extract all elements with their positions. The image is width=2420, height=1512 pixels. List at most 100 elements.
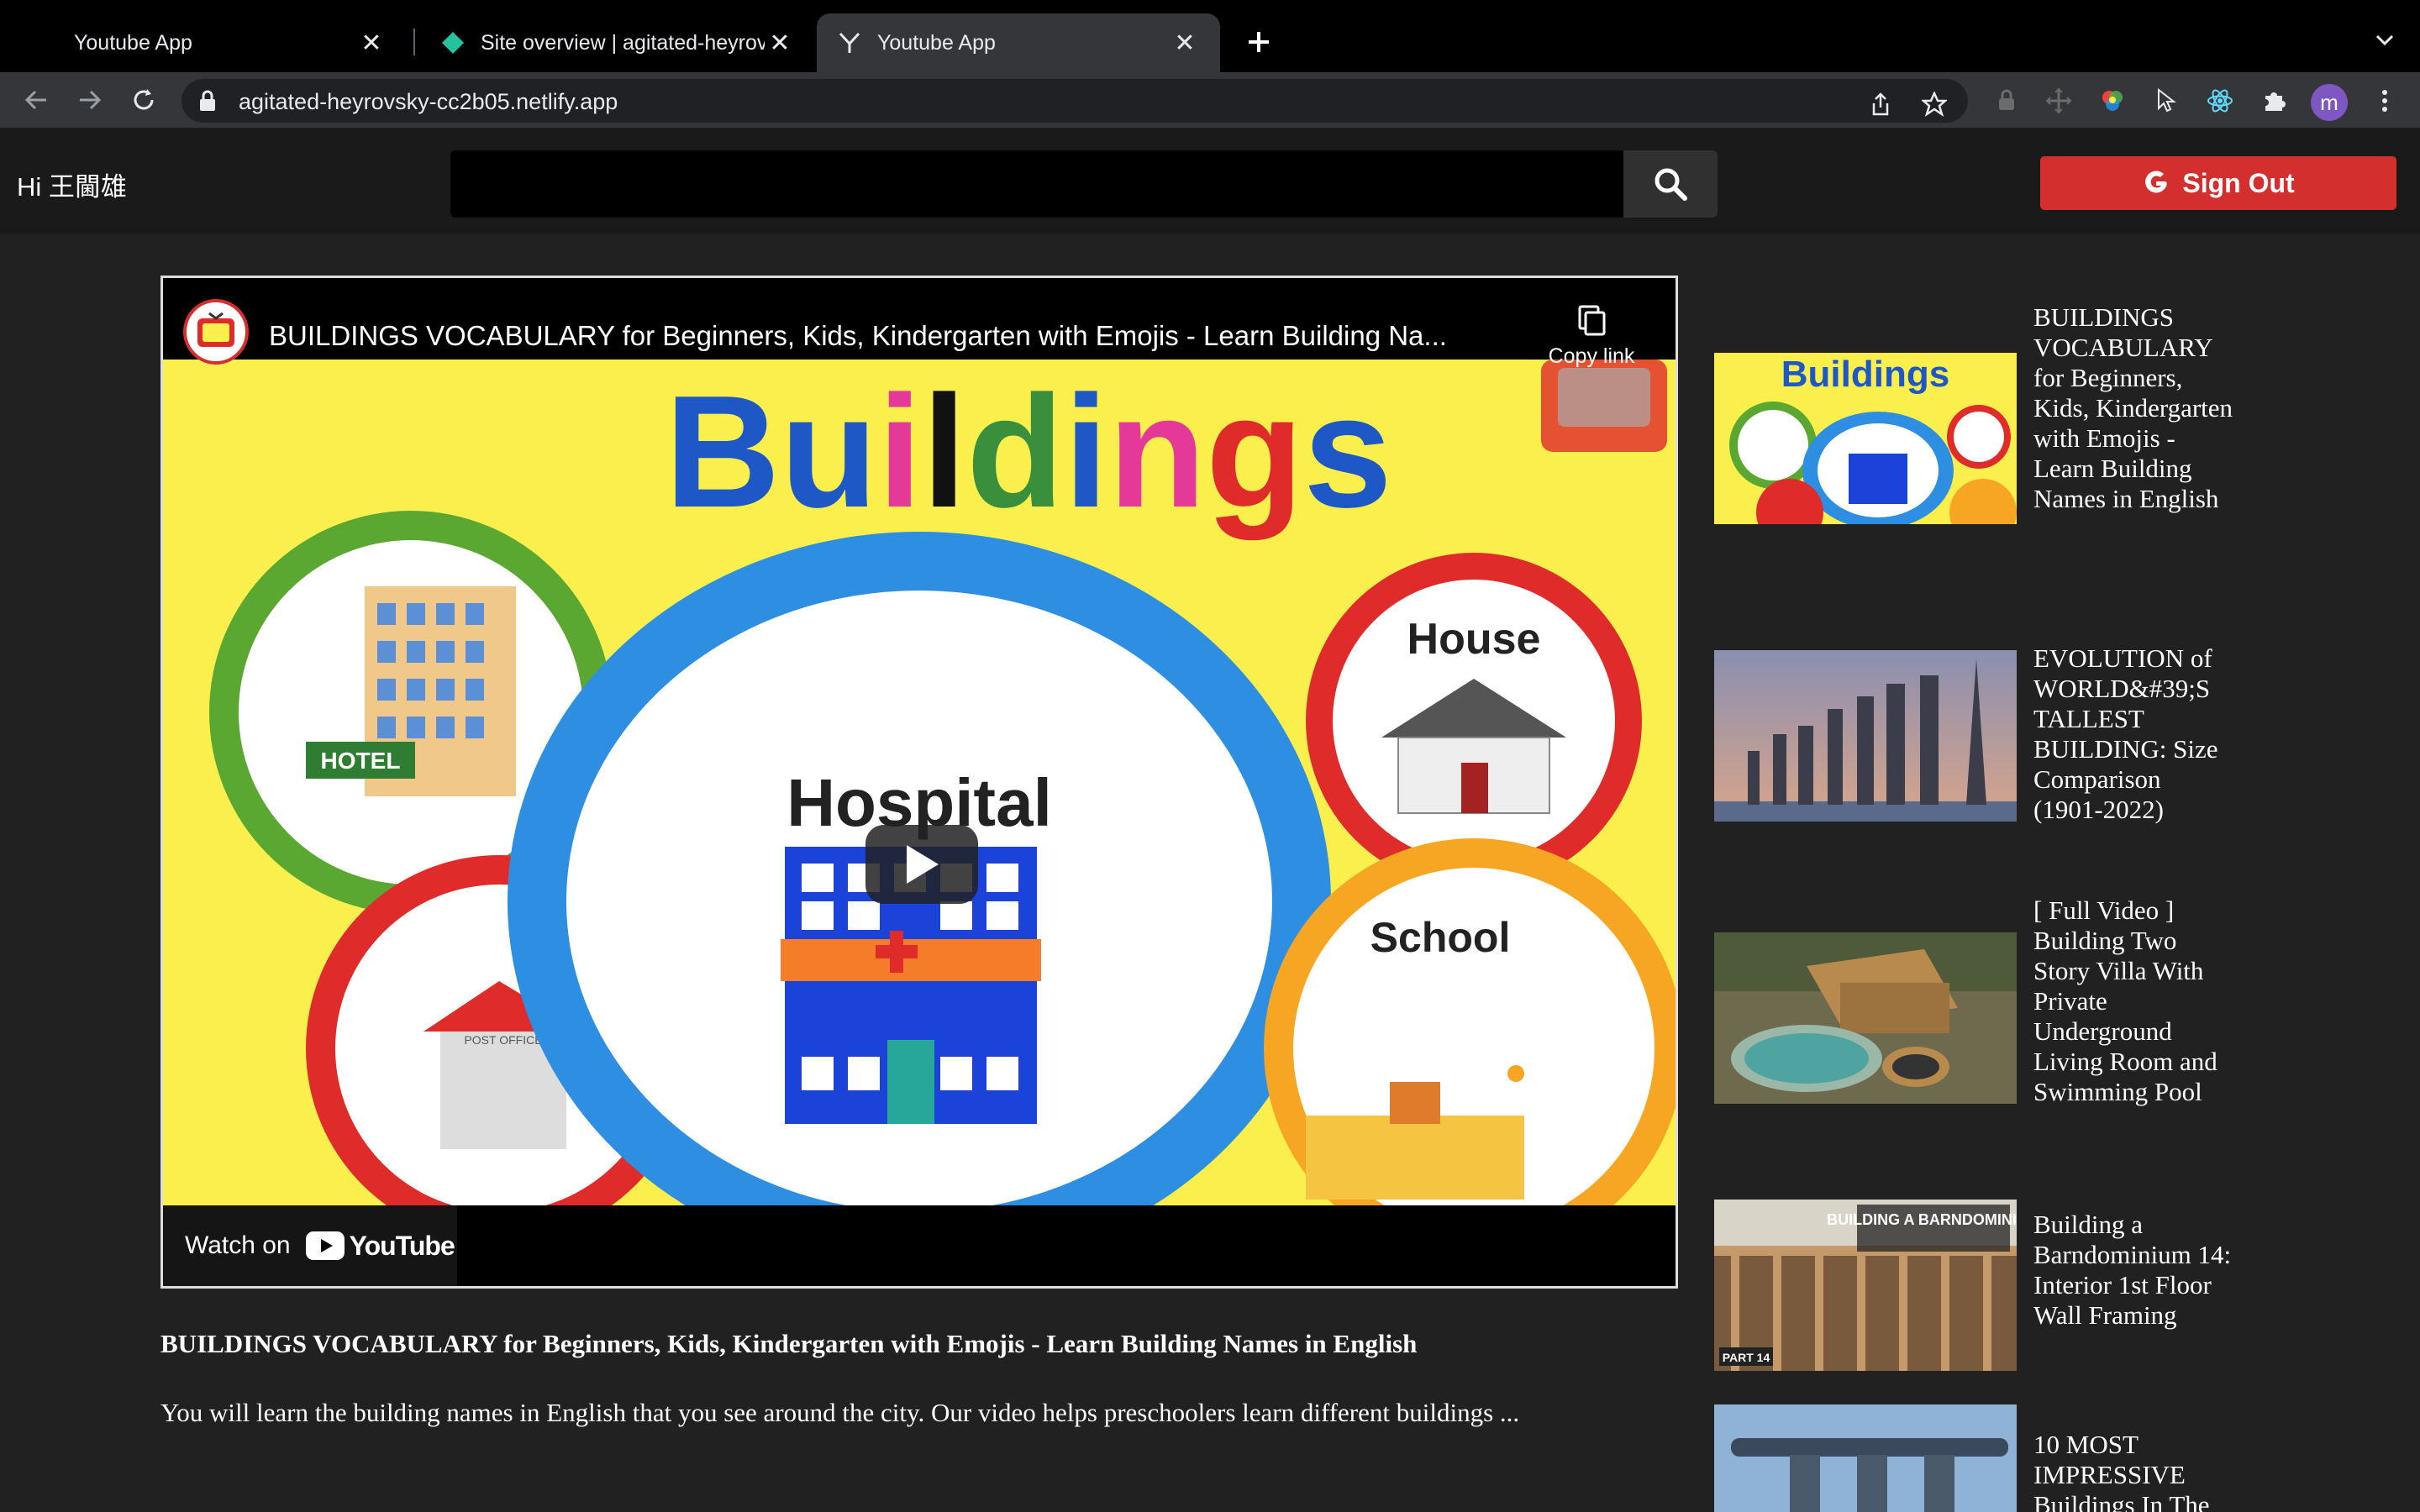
- app-header: Hi 王閫雄 Sign Out: [0, 128, 2420, 234]
- youtube-logo: YouTube: [305, 1230, 455, 1262]
- video-player[interactable]: Buildings HOTEL POST OFFICE Hospital Hou…: [160, 276, 1678, 1289]
- barndominium-thumb-image: BUILDING A BARNDOMINIUM PART 14: [1714, 1200, 2017, 1371]
- browser-menu-button[interactable]: [2366, 82, 2403, 119]
- thumb-label-school: School: [1370, 914, 1511, 961]
- player-title-bar: BUILDINGS VOCABULARY for Beginners, Kids…: [163, 278, 1676, 368]
- thumb-label-hotel: HOTEL: [321, 748, 401, 774]
- close-icon[interactable]: ✕: [765, 28, 795, 58]
- react-icon: [2207, 89, 2233, 113]
- thumb-heading: Buildings: [665, 363, 1392, 541]
- youtube-wordmark: YouTube: [349, 1230, 455, 1261]
- puzzle-icon: [2265, 92, 2286, 111]
- extension-color-picker-button[interactable]: [2094, 82, 2131, 119]
- kebab-menu-icon: [2382, 90, 2387, 112]
- extension-react-devtools-button[interactable]: [2202, 82, 2238, 119]
- extension-cursor-button[interactable]: [2148, 82, 2185, 119]
- related-video-thumbnail[interactable]: BUILDING A BARNDOMINIUM PART 14: [1714, 1200, 2017, 1371]
- skyscrapers-thumb-image: [1714, 650, 2017, 822]
- close-icon[interactable]: ✕: [1170, 28, 1200, 58]
- related-video-title[interactable]: EVOLUTION of WORLD&#39;S TALLEST BUILDIN…: [2033, 643, 2235, 825]
- tab-title: Youtube App: [877, 30, 996, 55]
- player-video-title[interactable]: BUILDINGS VOCABULARY for Beginners, Kids…: [269, 320, 1529, 352]
- marina-bay-thumb-image: [1714, 1404, 2017, 1512]
- youtube-play-icon: [305, 1231, 345, 1260]
- arrow-right-icon: [80, 90, 102, 110]
- channel-avatar[interactable]: [183, 299, 249, 365]
- video-description: You will learn the building names in Eng…: [160, 1398, 1520, 1427]
- profile-avatar[interactable]: m: [2311, 84, 2348, 121]
- color-wheel-icon: [2102, 91, 2123, 111]
- related-video-thumbnail[interactable]: Buildings: [1714, 353, 2017, 524]
- tv-logo-icon: [197, 312, 234, 347]
- related-video-item[interactable]: EVOLUTION of WORLD&#39;S TALLEST BUILDIN…: [1714, 643, 2235, 845]
- share-button[interactable]: [1864, 87, 1897, 121]
- tab-separator: [413, 29, 415, 55]
- buildings-thumb-image: Buildings: [1714, 353, 2017, 524]
- bookmark-button[interactable]: [1918, 87, 1951, 121]
- share-icon: [1872, 92, 1889, 116]
- reload-button[interactable]: [123, 79, 165, 121]
- search-input[interactable]: [450, 150, 1623, 218]
- extensions-menu-button[interactable]: [2255, 82, 2292, 119]
- video-title-heading: BUILDINGS VOCABULARY for Beginners, Kids…: [160, 1329, 1418, 1358]
- url-text: agitated-heyrovsky-cc2b05.netlify.app: [239, 89, 618, 114]
- buildings-illustration: Buildings HOTEL POST OFFICE Hospital Hou…: [163, 360, 1676, 1205]
- play-button[interactable]: [865, 825, 978, 904]
- related-video-thumbnail[interactable]: [1714, 1404, 2017, 1512]
- cursor-icon: [2158, 87, 2176, 113]
- reload-icon: [134, 89, 154, 110]
- related-video-item[interactable]: BUILDING A BARNDOMINIUM PART 14 Building…: [1714, 1200, 2235, 1384]
- watch-on-youtube-button[interactable]: Watch on YouTube: [163, 1205, 457, 1286]
- chevron-down-icon: [2375, 34, 2394, 46]
- related-video-item[interactable]: Buildings BUILDINGS VOCABULARY for Begin…: [1714, 302, 2235, 580]
- related-video-title[interactable]: 10 MOST IMPRESSIVE Buildings In The Worl…: [2033, 1430, 2235, 1512]
- related-video-title[interactable]: [ Full Video ] Building Two Story Villa …: [2033, 895, 2235, 1107]
- close-icon[interactable]: ✕: [356, 28, 387, 58]
- address-bar[interactable]: agitated-heyrovsky-cc2b05.netlify.app: [182, 79, 1968, 123]
- thumb-caption: BUILDING A BARNDOMINIUM: [1827, 1211, 2017, 1228]
- browser-toolbar: agitated-heyrovsky-cc2b05.netlify.app: [0, 72, 2420, 128]
- related-video-item[interactable]: [ Full Video ] Building Two Story Villa …: [1714, 895, 2235, 1139]
- sign-out-label: Sign Out: [2182, 167, 2295, 198]
- sign-out-button[interactable]: Sign Out: [2040, 156, 2396, 210]
- extension-move-button[interactable]: [2040, 82, 2077, 119]
- video-thumbnail[interactable]: Buildings HOTEL POST OFFICE Hospital Hou…: [163, 360, 1676, 1205]
- copy-link-label: Copy link: [1548, 344, 1635, 368]
- new-tab-button[interactable]: [1239, 22, 1279, 62]
- thumb-label-post-office: POST OFFICE: [464, 1033, 542, 1047]
- lock-extension-icon: [1999, 89, 2014, 110]
- netlify-icon: [442, 32, 464, 54]
- move-icon: [2045, 87, 2072, 114]
- related-video-thumbnail[interactable]: [1714, 932, 2017, 1104]
- villa-pool-thumb-image: [1714, 932, 2017, 1104]
- user-greeting: Hi 王閫雄: [17, 172, 127, 202]
- extension-lock-button[interactable]: [1988, 82, 2025, 119]
- copy-icon: [1578, 305, 1606, 336]
- star-icon: [1922, 92, 1947, 117]
- forward-button[interactable]: [69, 79, 111, 121]
- watch-on-label: Watch on: [185, 1231, 291, 1259]
- browser-tab-youtube-app-active[interactable]: Youtube App ✕: [817, 13, 1220, 72]
- tab-title: Youtube App: [74, 30, 192, 55]
- search-button[interactable]: [1623, 150, 1718, 218]
- tab-search-button[interactable]: [2366, 22, 2403, 59]
- browser-tab-strip: Youtube App ✕ Site overview | agitated-h…: [0, 0, 2420, 72]
- search-icon: [1655, 168, 1687, 201]
- back-button[interactable]: [15, 79, 57, 121]
- google-icon: [2145, 171, 2168, 193]
- play-icon: [907, 845, 939, 884]
- y-favicon-icon: [839, 32, 860, 53]
- thumb-part-label: PART 14: [1723, 1351, 1770, 1364]
- browser-tab-site-overview[interactable]: Site overview | agitated-heyrovsky ✕: [420, 13, 815, 72]
- svg-text:Buildings: Buildings: [1781, 354, 1949, 395]
- lock-icon: [200, 90, 215, 111]
- related-video-item[interactable]: 10 MOST IMPRESSIVE Buildings In The Worl…: [1714, 1404, 2235, 1512]
- arrow-left-icon: [24, 90, 46, 110]
- related-video-thumbnail[interactable]: [1714, 650, 2017, 822]
- related-video-title[interactable]: BUILDINGS VOCABULARY for Beginners, Kids…: [2033, 302, 2235, 514]
- thumb-label-house: House: [1407, 615, 1541, 664]
- copy-link-button[interactable]: Copy link: [1541, 303, 1642, 369]
- related-video-title[interactable]: Building a Barndominium 14: Interior 1st…: [2033, 1210, 2235, 1331]
- plus-icon: [1249, 32, 1269, 52]
- browser-tab-youtube-app-1[interactable]: Youtube App ✕: [54, 13, 407, 72]
